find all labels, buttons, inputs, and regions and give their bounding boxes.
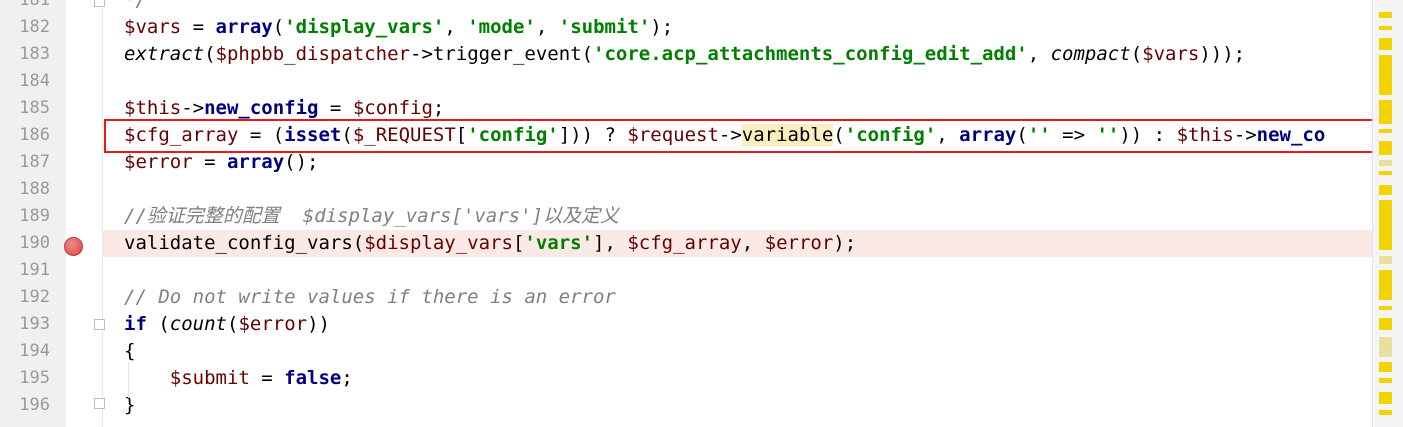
line-number: 181	[19, 0, 50, 10]
scroll-marker[interactable]	[1379, 12, 1392, 18]
code-text[interactable]: $submit = false;	[103, 365, 1372, 392]
code-line[interactable]: 194 {	[0, 338, 1372, 365]
code-line[interactable]: 191	[0, 257, 1372, 284]
code-text[interactable]: extract($phpbb_dispatcher->trigger_event…	[103, 41, 1372, 68]
scroll-marker[interactable]	[1379, 256, 1392, 264]
line-number: 191	[19, 260, 50, 280]
code-line[interactable]: 189 //验证完整的配置 $display_vars['vars']以及定义	[0, 203, 1372, 230]
code-line[interactable]: 193 if (count($error))	[0, 311, 1372, 338]
scroll-marker[interactable]	[1379, 38, 1392, 50]
code-text[interactable]: $this->new_config = $config;	[103, 95, 1372, 122]
indent-guide	[128, 362, 129, 398]
line-number: 188	[19, 179, 50, 199]
code-text[interactable]: $error = array();	[103, 149, 1372, 176]
code-text[interactable]	[103, 68, 1372, 95]
annotation-highlight-box	[104, 119, 1396, 153]
scroll-marker[interactable]	[1379, 362, 1392, 372]
code-line[interactable]: 192 // Do not write values if there is an…	[0, 284, 1372, 311]
line-number: 182	[19, 17, 50, 37]
line-number: 184	[19, 71, 50, 91]
scroll-marker[interactable]	[1379, 378, 1392, 383]
fold-marker-icon[interactable]	[94, 319, 105, 330]
code-line[interactable]: 181 */	[0, 0, 1372, 14]
scroll-marker[interactable]	[1379, 270, 1392, 300]
scroll-marker[interactable]	[1379, 410, 1392, 415]
scroll-marker[interactable]	[1379, 185, 1392, 195]
code-line[interactable]: 182 $vars = array('display_vars', 'mode',…	[0, 14, 1372, 41]
scrollbar-marker-track[interactable]	[1372, 0, 1403, 427]
line-number: 193	[19, 314, 50, 334]
breakpoint-icon[interactable]	[64, 237, 83, 256]
code-text[interactable]: //验证完整的配置 $display_vars['vars']以及定义	[103, 203, 1372, 230]
code-text[interactable]	[103, 257, 1372, 284]
scroll-marker[interactable]	[1379, 200, 1392, 250]
code-line[interactable]: 190 validate_config_vars($display_vars['v…	[0, 230, 1372, 257]
fold-marker-icon[interactable]	[94, 398, 105, 409]
code-text[interactable]: */	[103, 0, 1372, 14]
line-number: 187	[19, 152, 50, 172]
code-text[interactable]: $vars = array('display_vars', 'mode', 's…	[103, 14, 1372, 41]
code-line[interactable]: 195 $submit = false;	[0, 365, 1372, 392]
line-number: 195	[19, 368, 50, 388]
code-line[interactable]: 187 $error = array();	[0, 149, 1372, 176]
code-text[interactable]: if (count($error))	[103, 311, 1372, 338]
code-line[interactable]: 184	[0, 68, 1372, 95]
scroll-marker[interactable]	[1379, 55, 1392, 95]
scroll-marker[interactable]	[1379, 100, 1392, 124]
scroll-marker[interactable]	[1379, 392, 1392, 404]
scroll-marker[interactable]	[1379, 306, 1392, 310]
scroll-marker[interactable]	[1379, 160, 1392, 166]
scroll-marker[interactable]	[1379, 337, 1392, 357]
line-number: 196	[19, 395, 50, 415]
scroll-marker[interactable]	[1379, 129, 1392, 133]
line-number: 189	[19, 206, 50, 226]
line-number: 190	[19, 233, 50, 253]
scroll-marker[interactable]	[1379, 26, 1392, 30]
scroll-marker[interactable]	[1379, 171, 1392, 175]
code-text[interactable]: {	[103, 338, 1372, 365]
code-text[interactable]	[103, 176, 1372, 203]
scroll-marker[interactable]	[1379, 141, 1392, 155]
code-line[interactable]: 185 $this->new_config = $config;	[0, 95, 1372, 122]
scroll-marker[interactable]	[1379, 318, 1392, 330]
line-number: 186	[19, 125, 50, 145]
line-number: 194	[19, 341, 50, 361]
code-line[interactable]: 188	[0, 176, 1372, 203]
code-text[interactable]: // Do not write values if there is an er…	[103, 284, 1372, 311]
fold-marker-icon[interactable]	[94, 0, 105, 7]
code-text[interactable]: }	[103, 392, 1372, 419]
line-number: 183	[19, 44, 50, 64]
code-line[interactable]: 183 extract($phpbb_dispatcher->trigger_ev…	[0, 41, 1372, 68]
code-line[interactable]: 196}	[0, 392, 1372, 419]
line-number: 192	[19, 287, 50, 307]
code-text[interactable]: validate_config_vars($display_vars['vars…	[103, 230, 1372, 257]
line-number: 185	[19, 98, 50, 118]
